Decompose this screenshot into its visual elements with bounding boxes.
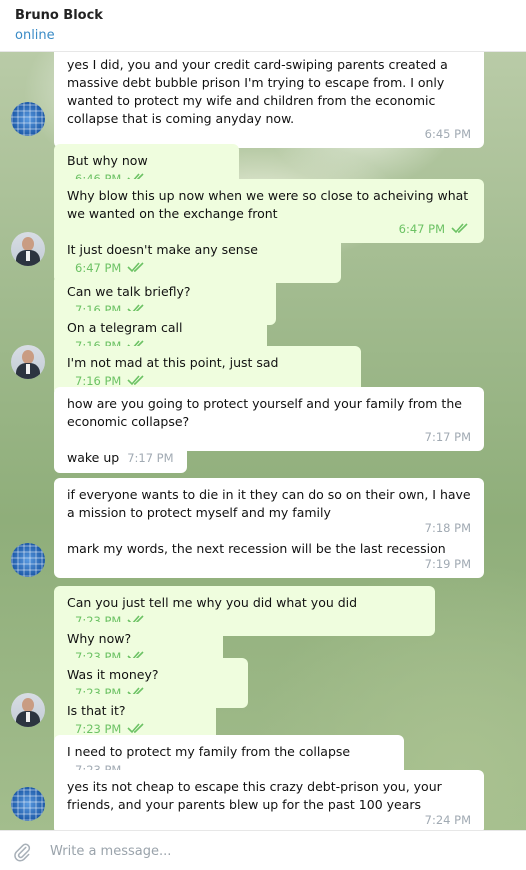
message-text: Why now?	[67, 631, 132, 646]
contact-name[interactable]: Bruno Block	[15, 7, 511, 24]
message-text: I need to protect my family from the col…	[67, 744, 351, 759]
message-text: On a telegram call	[67, 320, 183, 335]
message-text: how are you going to protect yourself an…	[67, 396, 462, 429]
message-text: Why blow this up now when we were so clo…	[67, 188, 469, 221]
message-incoming[interactable]: yes I did, you and your credit card-swip…	[54, 52, 484, 148]
message-text: It just doesn't make any sense	[67, 242, 258, 257]
message-time: 7:23 PM	[75, 722, 122, 736]
message-text: yes its not cheap to escape this crazy d…	[67, 779, 442, 812]
message-time: 7:16 PM	[75, 374, 122, 388]
message-time: 6:45 PM	[424, 127, 471, 141]
message-time: 6:47 PM	[75, 261, 122, 275]
message-incoming[interactable]: wake up 7:17 PM	[54, 441, 187, 473]
avatar-user[interactable]	[11, 693, 45, 727]
chat-header[interactable]: Bruno Block online	[0, 0, 526, 52]
double-check-icon	[451, 223, 468, 234]
message-time: 7:17 PM	[127, 451, 174, 465]
message-text: But why now	[67, 153, 148, 168]
avatar-user[interactable]	[11, 232, 45, 266]
avatar-user[interactable]	[11, 345, 45, 379]
double-check-icon	[127, 723, 144, 734]
message-text: I'm not mad at this point, just sad	[67, 355, 279, 370]
message-incoming[interactable]: mark my words, the next recession will b…	[54, 532, 484, 578]
avatar-bruno[interactable]	[11, 102, 45, 136]
message-input[interactable]	[50, 841, 510, 861]
contact-status: online	[15, 28, 55, 43]
message-text: Can you just tell me why you did what yo…	[67, 595, 358, 610]
message-time: 7:24 PM	[424, 813, 471, 827]
message-text: Was it money?	[67, 667, 159, 682]
message-text: wake up	[67, 450, 120, 465]
double-check-icon	[127, 375, 144, 386]
double-check-icon	[127, 262, 144, 273]
avatar-bruno[interactable]	[11, 543, 45, 577]
message-text: Can we talk briefly?	[67, 284, 191, 299]
message-time: 7:19 PM	[424, 557, 471, 571]
avatar-bruno[interactable]	[11, 787, 45, 821]
message-text: Is that it?	[67, 703, 126, 718]
message-composer	[0, 830, 526, 870]
message-text: yes I did, you and your credit card-swip…	[67, 57, 448, 126]
message-text: if everyone wants to die in it they can …	[67, 487, 471, 520]
message-list[interactable]: yes I did, you and your credit card-swip…	[0, 52, 526, 830]
message-incoming[interactable]: yes its not cheap to escape this crazy d…	[54, 770, 484, 830]
message-text: mark my words, the next recession will b…	[67, 541, 446, 556]
message-time: 6:47 PM	[398, 222, 445, 236]
paperclip-icon[interactable]	[12, 842, 32, 862]
